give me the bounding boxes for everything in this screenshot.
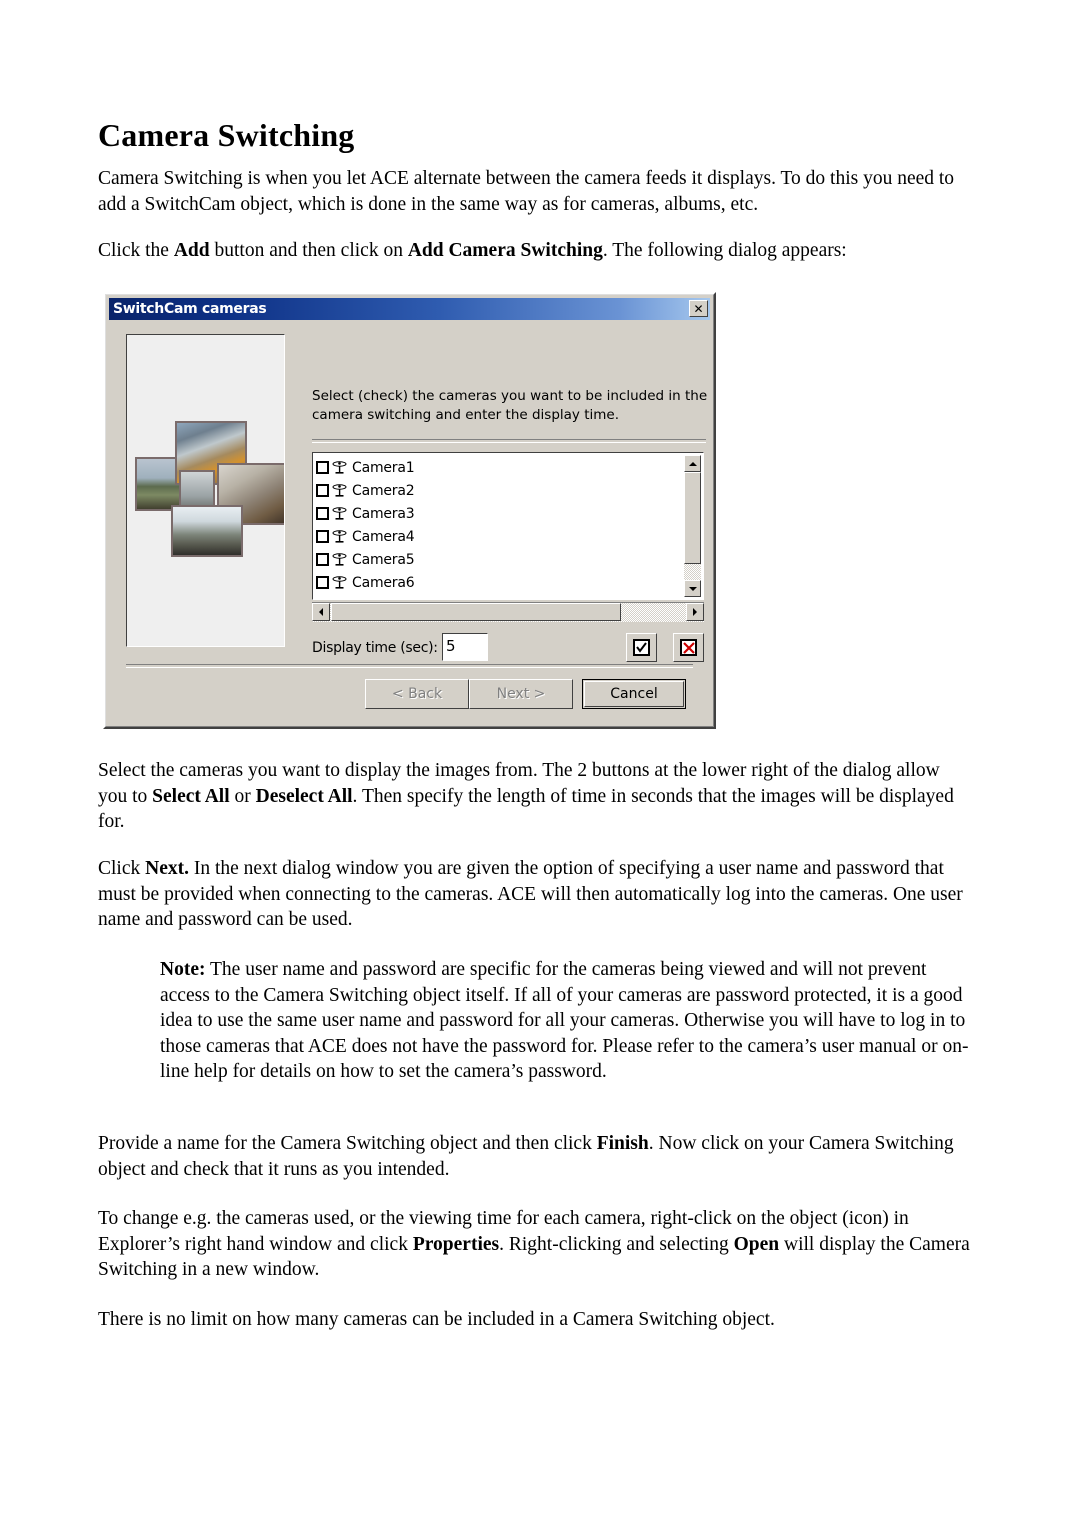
dialog-titlebar: SwitchCam cameras ✕ <box>109 298 710 320</box>
back-button[interactable]: < Back <box>365 679 469 709</box>
paragraph-click-next: Click Next. In the next dialog window yo… <box>98 858 963 930</box>
camera-listbox[interactable]: Camera1 Camera2 Camera3 Camera4 Camera5 … <box>312 452 704 600</box>
vscroll-thumb[interactable] <box>684 472 701 564</box>
list-item-partial[interactable] <box>316 594 683 600</box>
paragraph-provide-name: Provide a name for the Camera Switching … <box>98 1133 954 1180</box>
wizard-body: Select (check) the cameras you want to b… <box>109 325 710 664</box>
paragraph-no-limit: There is no limit on how many cameras ca… <box>98 1309 775 1330</box>
footer-separator <box>126 664 693 668</box>
hscroll-thumb[interactable] <box>331 603 621 621</box>
display-time-input[interactable]: 5 <box>442 633 488 661</box>
cancel-button[interactable]: Cancel <box>582 679 686 709</box>
checkbox-icon[interactable] <box>316 461 329 474</box>
list-item-label: Camera1 <box>352 459 415 476</box>
list-item-label: Camera2 <box>352 482 415 499</box>
list-item[interactable]: Camera2 <box>316 479 683 502</box>
camera-icon <box>331 506 348 522</box>
dialog-instruction: Select (check) the cameras you want to b… <box>312 388 708 423</box>
paragraph-select-cameras: Select the cameras you want to display t… <box>98 760 954 832</box>
dialog-title: SwitchCam cameras <box>113 301 267 317</box>
camera-icon <box>331 460 348 476</box>
check-icon <box>633 639 650 656</box>
scroll-right-icon[interactable] <box>686 603 704 621</box>
thumbnail-photo-bottom <box>171 505 243 557</box>
cancel-button-label: Cancel <box>610 686 658 702</box>
dialog-footer: < Back Next > Cancel <box>109 671 710 721</box>
wizard-image-panel <box>126 334 285 647</box>
close-icon[interactable]: ✕ <box>689 300 708 317</box>
list-item[interactable]: Camera5 <box>316 548 683 571</box>
switchcam-dialog: SwitchCam cameras ✕ Select (check) the c… <box>103 292 716 729</box>
checkbox-icon[interactable] <box>316 530 329 543</box>
list-item[interactable]: Camera1 <box>316 456 683 479</box>
display-time-row: Display time (sec): 5 <box>312 633 704 663</box>
list-item-label: Camera4 <box>352 528 415 545</box>
list-item[interactable]: Camera6 <box>316 571 683 594</box>
vertical-scrollbar[interactable] <box>684 455 701 597</box>
camera-icon <box>331 483 348 499</box>
checkbox-icon[interactable] <box>316 507 329 520</box>
checkbox-icon[interactable] <box>316 576 329 589</box>
scroll-down-icon[interactable] <box>684 580 701 597</box>
scroll-up-icon[interactable] <box>684 455 701 472</box>
paragraph-intro: Camera Switching is when you let ACE alt… <box>98 168 955 215</box>
list-item-label: Camera6 <box>352 574 415 591</box>
list-item[interactable]: Camera3 <box>316 502 683 525</box>
document-page: Camera Switching Camera Switching is whe… <box>0 0 1080 1528</box>
select-all-button[interactable] <box>626 633 657 662</box>
dialog-inner-frame: SwitchCam cameras ✕ Select (check) the c… <box>105 294 714 727</box>
display-time-label: Display time (sec): <box>312 640 438 656</box>
camera-icon <box>331 575 348 591</box>
checkbox-icon[interactable] <box>316 484 329 497</box>
camera-list-items: Camera1 Camera2 Camera3 Camera4 Camera5 … <box>316 456 683 600</box>
horizontal-scrollbar[interactable] <box>312 602 704 622</box>
red-x-icon <box>680 639 697 656</box>
paragraph-click-add: Click the Add button and then click on A… <box>98 240 847 261</box>
camera-icon <box>331 598 348 599</box>
next-button[interactable]: Next > <box>469 679 573 709</box>
deselect-all-button[interactable] <box>673 633 704 662</box>
list-item-label: Camera3 <box>352 505 415 522</box>
paragraph-to-change: To change e.g. the cameras used, or the … <box>98 1208 970 1280</box>
page-title: Camera Switching <box>98 117 355 154</box>
checkbox-icon[interactable] <box>316 599 329 600</box>
checkbox-icon[interactable] <box>316 553 329 566</box>
camera-icon <box>331 529 348 545</box>
paragraph-note: Note: The user name and password are spe… <box>160 959 969 1082</box>
camera-icon <box>331 552 348 568</box>
separator-groove <box>312 439 706 443</box>
scroll-left-icon[interactable] <box>312 603 330 621</box>
list-item-label: Camera5 <box>352 551 415 568</box>
list-item[interactable]: Camera4 <box>316 525 683 548</box>
